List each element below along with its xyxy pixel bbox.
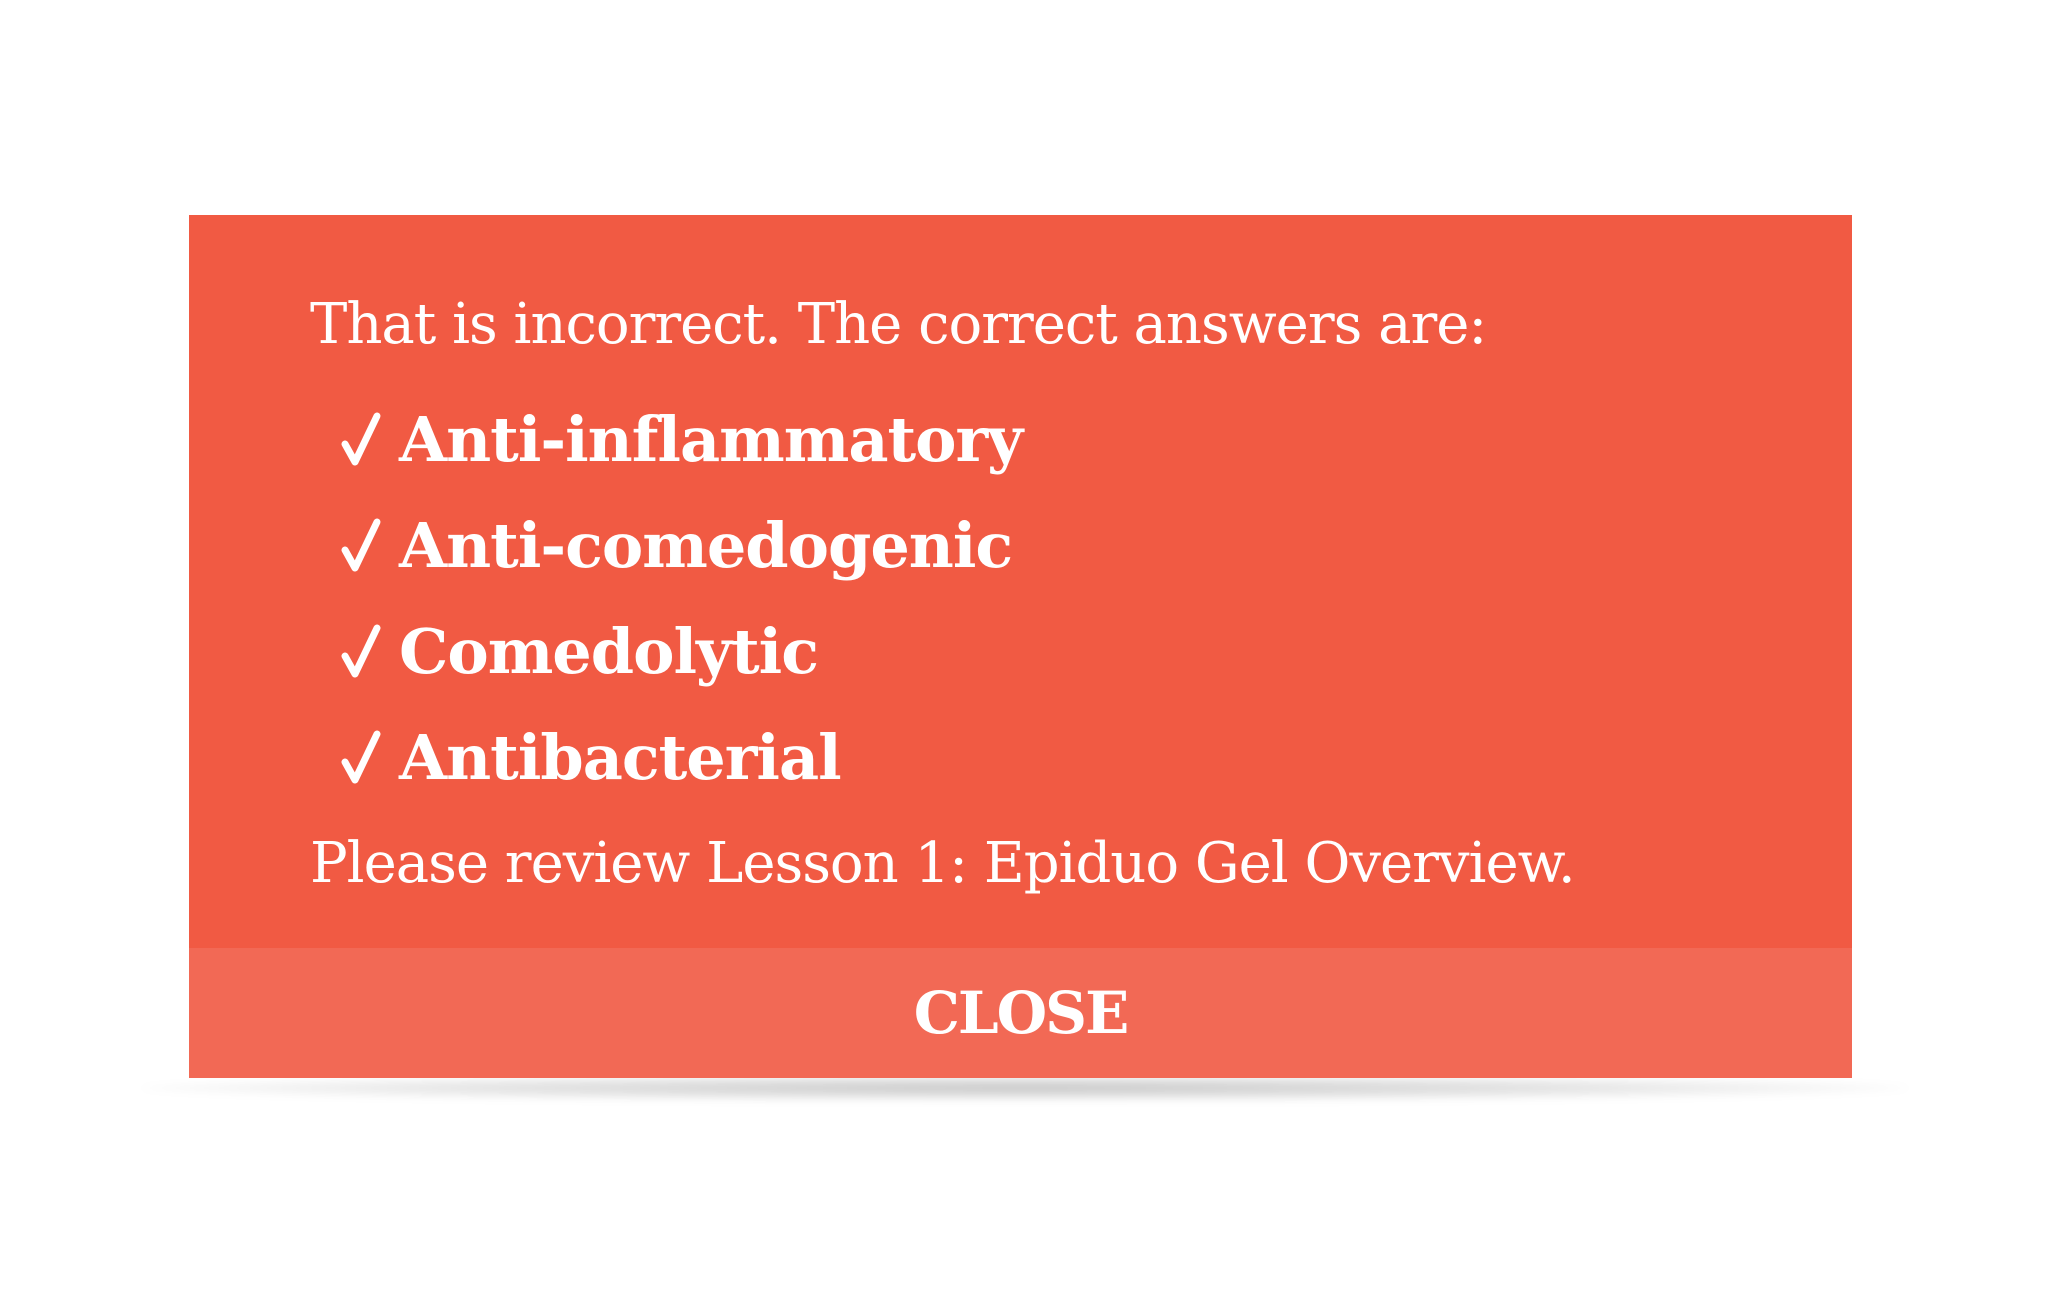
dialog-content: That is incorrect. The correct answers a… [310,287,1792,901]
close-button-label: CLOSE [913,979,1130,1047]
answer-label: Anti-comedogenic [399,508,1013,582]
correct-answers-list: Anti-inflammatory Anti-comedogenic Comed… [310,386,1792,810]
close-button[interactable]: CLOSE [189,948,1852,1078]
review-message: Please review Lesson 1: Epiduo Gel Overv… [310,831,1576,896]
answer-item: Antibacterial [337,704,1792,810]
answer-item: Anti-comedogenic [337,492,1792,598]
check-icon [337,726,385,788]
answer-item: Anti-inflammatory [337,386,1792,492]
dialog-shadow [140,1075,1910,1101]
check-icon [337,514,385,576]
check-icon [337,620,385,682]
answer-label: Antibacterial [399,720,842,794]
answer-item: Comedolytic [337,598,1792,704]
feedback-message: That is incorrect. The correct answers a… [310,292,1487,357]
feedback-dialog: That is incorrect. The correct answers a… [189,215,1852,1078]
check-icon [337,408,385,470]
answer-label: Anti-inflammatory [399,402,1023,476]
answer-label: Comedolytic [399,614,819,688]
